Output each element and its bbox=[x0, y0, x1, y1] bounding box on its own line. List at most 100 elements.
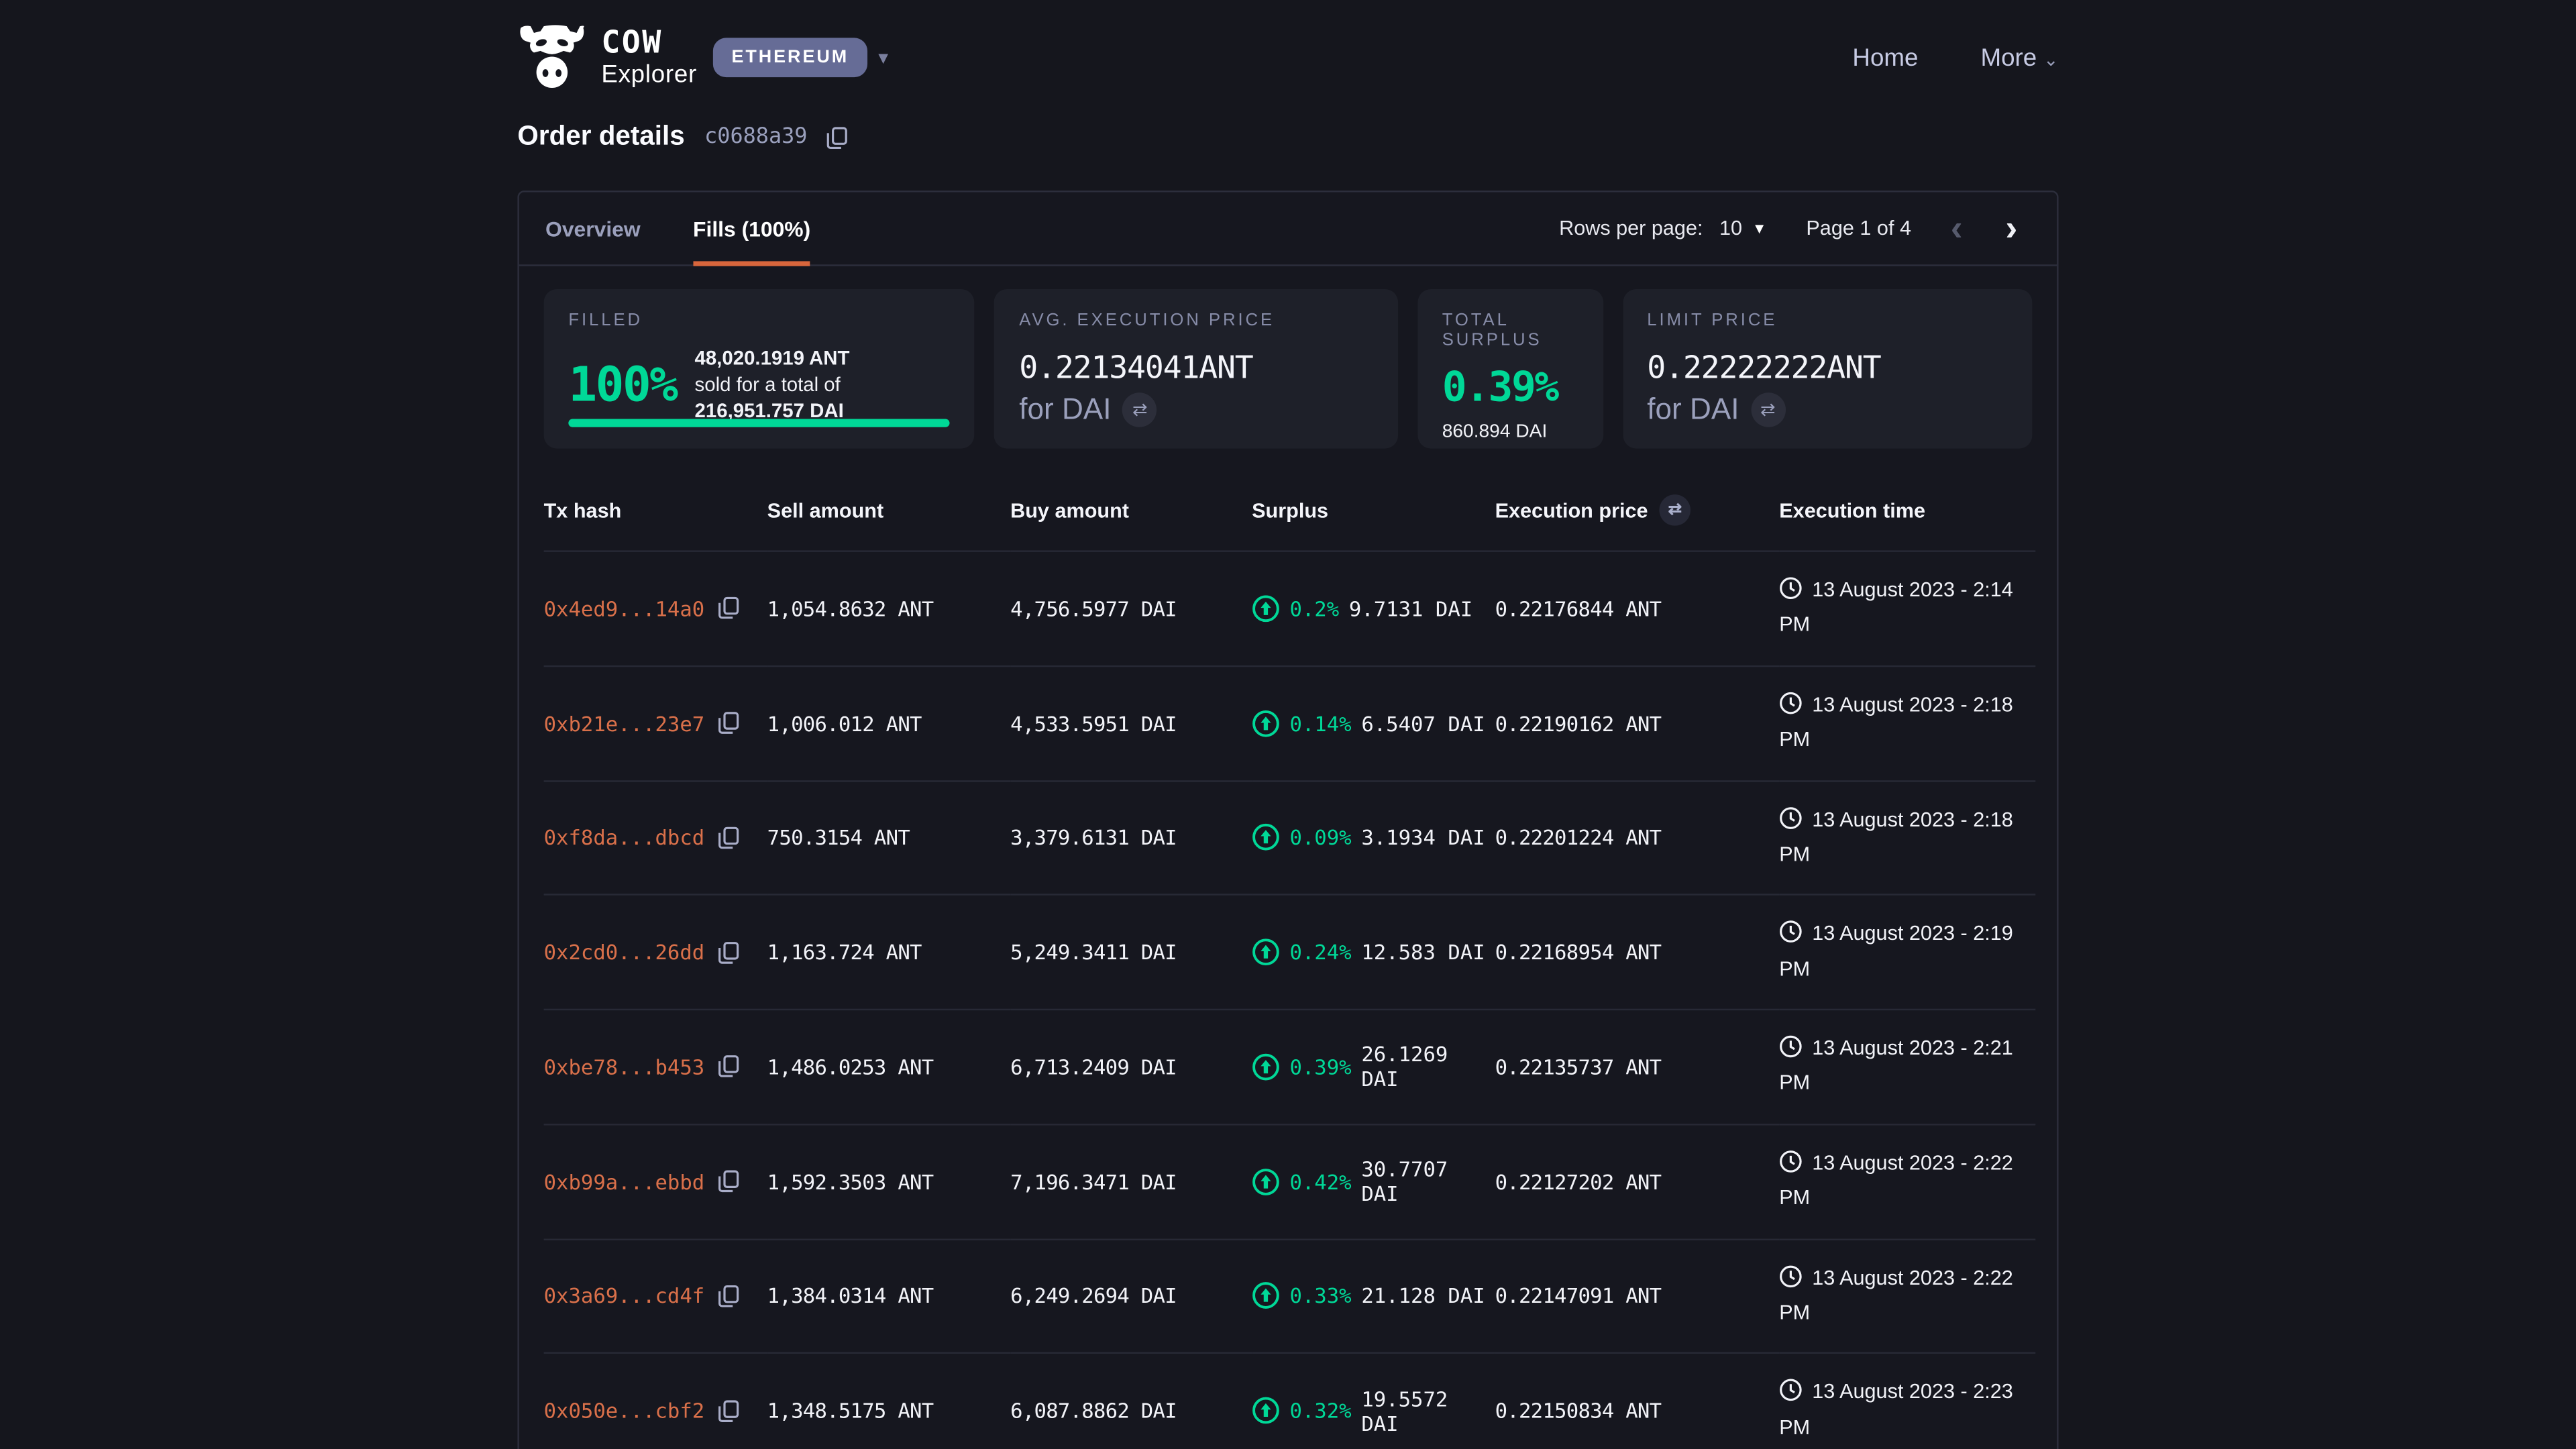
rows-per-page-label: Rows per page: bbox=[1559, 217, 1703, 239]
surplus-amount: 30.7707 DAI bbox=[1361, 1157, 1488, 1205]
tx-hash-link[interactable]: 0x4ed9...14a0 bbox=[544, 596, 705, 621]
nav-home-link[interactable]: Home bbox=[1852, 44, 1918, 72]
fill-progress-bar bbox=[568, 419, 950, 427]
top-bar: COW Explorer ETHEREUM ▾ Home More⌄ bbox=[517, 0, 2058, 109]
network-caret-icon[interactable]: ▾ bbox=[878, 46, 888, 69]
copy-tx-icon[interactable] bbox=[718, 826, 739, 849]
copy-tx-icon[interactable] bbox=[718, 712, 739, 735]
buy-amount: 4,533.5951 DAI bbox=[1010, 710, 1177, 735]
tx-hash-link[interactable]: 0x3a69...cd4f bbox=[544, 1284, 705, 1309]
copy-tx-icon[interactable] bbox=[718, 1399, 739, 1422]
table-row: 0xb99a...ebbd 1,592.3503 ANT 7,196.3471 … bbox=[544, 1124, 2036, 1239]
table-row: 0xbe78...b453 1,486.0253 ANT 6,713.2409 … bbox=[544, 1010, 2036, 1124]
tab-fills[interactable]: Fills (100%) bbox=[693, 193, 810, 265]
surplus-up-icon bbox=[1252, 938, 1280, 967]
page-root: COW Explorer ETHEREUM ▾ Home More⌄ Order… bbox=[0, 0, 2576, 1449]
surplus-up-icon bbox=[1252, 1167, 1280, 1195]
copy-tx-icon[interactable] bbox=[718, 597, 739, 620]
brand-name: COW bbox=[601, 28, 697, 60]
surplus-amount: 21.128 DAI bbox=[1361, 1284, 1485, 1309]
avg-price-label: AVG. EXECUTION PRICE bbox=[1019, 311, 1373, 330]
avg-price-value: 0.22134041ANT bbox=[1019, 350, 1373, 386]
rows-per-page-select[interactable]: 10 ▼ bbox=[1719, 217, 1767, 239]
fills-table: Tx hash Sell amount Buy amount Surplus E… bbox=[544, 472, 2036, 1449]
buy-amount: 7,196.3471 DAI bbox=[1010, 1169, 1177, 1194]
surplus-percent: 0.39% bbox=[1289, 1055, 1351, 1079]
execution-price: 0.22135737 ANT bbox=[1495, 1055, 1662, 1079]
col-tx-hash: Tx hash bbox=[544, 472, 767, 551]
surplus-up-icon bbox=[1252, 1053, 1280, 1081]
main-nav: Home More⌄ bbox=[1852, 44, 2058, 72]
copy-tx-icon[interactable] bbox=[718, 941, 739, 963]
col-execution-price: Execution price⇄ bbox=[1495, 472, 1780, 551]
network-badge[interactable]: ETHEREUM bbox=[714, 38, 867, 77]
surplus-up-icon bbox=[1252, 824, 1280, 852]
execution-price: 0.22127202 ANT bbox=[1495, 1169, 1662, 1194]
limit-price-unit: for DAI bbox=[1647, 392, 1739, 427]
tx-hash-link[interactable]: 0xbe78...b453 bbox=[544, 1055, 705, 1079]
buy-amount: 6,087.8862 DAI bbox=[1010, 1398, 1177, 1423]
buy-amount: 6,249.2694 DAI bbox=[1010, 1284, 1177, 1309]
table-row: 0xb21e...23e7 1,006.012 ANT 4,533.5951 D… bbox=[544, 665, 2036, 780]
execution-time: 13 August 2023 - 2:18 PM bbox=[1779, 808, 2013, 866]
execution-time: 13 August 2023 - 2:14 PM bbox=[1779, 578, 2013, 637]
col-buy-amount: Buy amount bbox=[1010, 472, 1252, 551]
invert-price-icon[interactable]: ⇄ bbox=[1660, 494, 1691, 526]
copy-order-id-icon[interactable] bbox=[827, 125, 849, 148]
brand-logo[interactable]: COW Explorer bbox=[517, 25, 697, 91]
execution-time: 13 August 2023 - 2:22 PM bbox=[1779, 1266, 2013, 1324]
total-surplus-card: TOTAL SURPLUS 0.39% 860.894 DAI bbox=[1417, 289, 1603, 449]
sell-amount: 1,054.8632 ANT bbox=[767, 596, 934, 621]
total-surplus-label: TOTAL SURPLUS bbox=[1442, 311, 1578, 350]
col-surplus: Surplus bbox=[1252, 472, 1495, 551]
buy-amount: 4,756.5977 DAI bbox=[1010, 596, 1177, 621]
surplus-up-icon bbox=[1252, 709, 1280, 737]
page-title: Order details bbox=[517, 121, 684, 153]
tx-hash-link[interactable]: 0xb21e...23e7 bbox=[544, 710, 705, 735]
chevron-down-icon: ⌄ bbox=[2043, 50, 2059, 70]
swap-price-icon[interactable]: ⇄ bbox=[1751, 392, 1785, 427]
table-row: 0x050e...cbf2 1,348.5175 ANT 6,087.8862 … bbox=[544, 1353, 2036, 1449]
surplus-up-icon bbox=[1252, 1282, 1280, 1310]
prev-page-button[interactable]: ‹ bbox=[1937, 210, 1976, 246]
filled-card: FILLED 100% 48,020.1919 ANT sold for a t… bbox=[544, 289, 975, 449]
surplus-up-icon bbox=[1252, 1397, 1280, 1425]
sell-amount: 1,592.3503 ANT bbox=[767, 1169, 934, 1194]
sell-amount: 1,348.5175 ANT bbox=[767, 1398, 934, 1423]
nav-more-link[interactable]: More⌄ bbox=[1980, 44, 2058, 72]
surplus-amount: 6.5407 DAI bbox=[1361, 710, 1485, 735]
execution-time: 13 August 2023 - 2:23 PM bbox=[1779, 1381, 2013, 1439]
limit-price-label: LIMIT PRICE bbox=[1647, 311, 2007, 330]
clock-icon bbox=[1779, 920, 1802, 954]
surplus-percent: 0.32% bbox=[1289, 1398, 1351, 1423]
filled-detail: 48,020.1919 ANT sold for a total of 216,… bbox=[695, 345, 951, 425]
sell-amount: 1,163.724 ANT bbox=[767, 940, 922, 965]
tx-hash-link[interactable]: 0x050e...cbf2 bbox=[544, 1398, 705, 1423]
clock-icon bbox=[1779, 1150, 1802, 1183]
tab-overview[interactable]: Overview bbox=[545, 193, 641, 265]
table-row: 0x2cd0...26dd 1,163.724 ANT 5,249.3411 D… bbox=[544, 895, 2036, 1010]
sell-amount: 750.3154 ANT bbox=[767, 825, 910, 850]
copy-tx-icon[interactable] bbox=[718, 1055, 739, 1078]
copy-tx-icon[interactable] bbox=[718, 1285, 739, 1307]
table-row: 0xf8da...dbcd 750.3154 ANT 3,379.6131 DA… bbox=[544, 780, 2036, 895]
table-header-row: Tx hash Sell amount Buy amount Surplus E… bbox=[544, 472, 2036, 551]
avg-execution-price-card: AVG. EXECUTION PRICE 0.22134041ANT for D… bbox=[995, 289, 1398, 449]
tx-hash-link[interactable]: 0xf8da...dbcd bbox=[544, 825, 705, 850]
order-id: c0688a39 bbox=[704, 125, 807, 150]
sell-amount: 1,006.012 ANT bbox=[767, 710, 922, 735]
execution-time: 13 August 2023 - 2:19 PM bbox=[1779, 922, 2013, 980]
buy-amount: 5,249.3411 DAI bbox=[1010, 940, 1177, 965]
tx-hash-link[interactable]: 0x2cd0...26dd bbox=[544, 940, 705, 965]
surplus-percent: 0.24% bbox=[1289, 940, 1351, 965]
execution-price: 0.22168954 ANT bbox=[1495, 940, 1662, 965]
tx-hash-link[interactable]: 0xb99a...ebbd bbox=[544, 1169, 705, 1194]
page-indicator: Page 1 of 4 bbox=[1806, 217, 1911, 239]
surplus-amount: 3.1934 DAI bbox=[1361, 825, 1485, 850]
swap-price-icon[interactable]: ⇄ bbox=[1123, 392, 1157, 427]
copy-tx-icon[interactable] bbox=[718, 1170, 739, 1193]
filled-label: FILLED bbox=[568, 311, 950, 330]
total-surplus-amount: 860.894 DAI bbox=[1442, 422, 1578, 441]
next-page-button[interactable]: › bbox=[1992, 210, 2031, 246]
avg-price-unit: for DAI bbox=[1019, 392, 1111, 427]
